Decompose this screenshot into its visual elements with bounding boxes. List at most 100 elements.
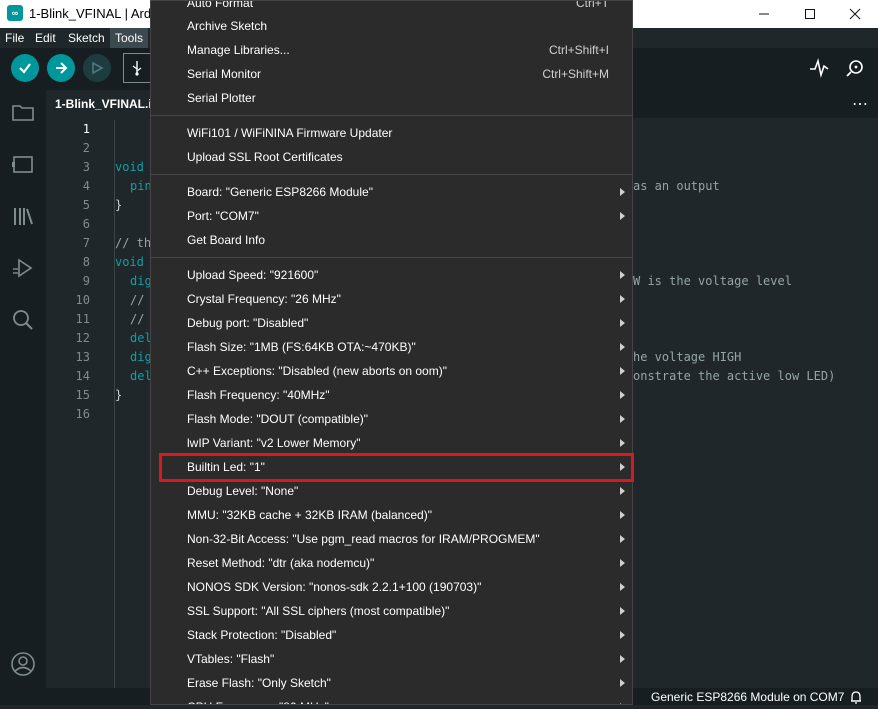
notifications-button[interactable] <box>849 690 863 709</box>
line-number: 12 <box>75 331 90 345</box>
arrow-right-icon <box>56 62 68 74</box>
submenu-arrow-icon <box>620 607 625 615</box>
menu-item-archive-sketch[interactable]: Archive Sketch <box>151 14 632 38</box>
maximize-button[interactable] <box>787 0 833 28</box>
sketchbook-button[interactable] <box>9 98 37 126</box>
menu-tools[interactable]: Tools <box>110 28 149 48</box>
menu-item-stack-protection[interactable]: Stack Protection: "Disabled" <box>151 623 632 647</box>
debug-panel-button[interactable] <box>9 254 37 282</box>
code-line: void <box>115 255 144 269</box>
board-selector[interactable] <box>123 53 151 83</box>
menu-item-debug-port[interactable]: Debug port: "Disabled" <box>151 311 632 335</box>
submenu-arrow-icon <box>620 679 625 687</box>
line-number: 2 <box>82 141 90 155</box>
maximize-icon <box>805 9 815 19</box>
menu-item-debug-level[interactable]: Debug Level: "None" <box>151 479 632 503</box>
line-number: 9 <box>82 274 90 288</box>
menu-item-auto-format[interactable]: Auto Format Ctrl+T <box>151 1 632 15</box>
line-number: 14 <box>75 369 90 383</box>
menu-item-label: WiFi101 / WiFiNINA Firmware Updater <box>187 126 393 140</box>
menu-item-cpu-frequency[interactable]: CPU Frequency: "80 MHz" <box>151 695 632 704</box>
line-number: 15 <box>75 388 90 402</box>
close-button[interactable] <box>832 0 878 28</box>
menu-item-crystal-frequency[interactable]: Crystal Frequency: "26 MHz" <box>151 287 632 311</box>
menu-item-label: Port: "COM7" <box>187 209 259 223</box>
menu-item-non-32-bit-access[interactable]: Non-32-Bit Access: "Use pgm_read macros … <box>151 527 632 551</box>
line-number: 8 <box>82 255 90 269</box>
boards-manager-button[interactable] <box>9 150 37 178</box>
arduino-logo-icon: ∞ <box>7 5 23 21</box>
menu-item-flash-frequency[interactable]: Flash Frequency: "40MHz" <box>151 383 632 407</box>
submenu-arrow-icon <box>620 535 625 543</box>
library-manager-button[interactable] <box>9 202 37 230</box>
submenu-arrow-icon <box>620 583 625 591</box>
menu-item-firmware-updater[interactable]: WiFi101 / WiFiNINA Firmware Updater <box>151 121 632 145</box>
menu-item-serial-monitor[interactable]: Serial Monitor Ctrl+Shift+M <box>151 62 632 86</box>
menu-item-label: Debug port: "Disabled" <box>187 316 309 330</box>
menu-separator <box>151 174 632 175</box>
code-line: // <box>130 312 145 326</box>
search-button[interactable] <box>9 306 37 334</box>
menu-item-cpp-exceptions[interactable]: C++ Exceptions: "Disabled (new aborts on… <box>151 359 632 383</box>
menu-item-label: Upload SSL Root Certificates <box>187 150 343 164</box>
menu-item-label: Serial Monitor <box>187 67 262 81</box>
line-number: 10 <box>75 293 90 307</box>
submenu-arrow-icon <box>620 631 625 639</box>
menu-item-port[interactable]: Port: "COM7" <box>151 204 632 228</box>
menu-item-serial-plotter[interactable]: Serial Plotter <box>151 86 632 110</box>
menu-item-upload-speed[interactable]: Upload Speed: "921600" <box>151 263 632 287</box>
code-line: // th <box>115 236 152 250</box>
menu-item-shortcut: Ctrl+Shift+M <box>542 67 609 81</box>
submenu-arrow-icon <box>620 511 625 519</box>
submenu-arrow-icon <box>620 319 625 327</box>
upload-button[interactable] <box>47 54 75 82</box>
menu-sketch[interactable]: Sketch <box>63 28 110 48</box>
pulse-icon <box>810 58 829 79</box>
menu-file[interactable]: File <box>0 28 29 48</box>
minimize-button[interactable] <box>741 0 787 28</box>
close-icon <box>849 8 861 20</box>
line-number: 13 <box>75 350 90 364</box>
menu-item-board[interactable]: Board: "Generic ESP8266 Module" <box>151 180 632 204</box>
menu-item-label: Archive Sketch <box>187 19 268 33</box>
serial-plotter-button[interactable] <box>808 57 830 79</box>
more-actions-icon[interactable]: ⋯ <box>852 94 868 114</box>
search-icon <box>13 310 33 330</box>
menu-item-reset-method[interactable]: Reset Method: "dtr (aka nodemcu)" <box>151 551 632 575</box>
serial-monitor-button[interactable] <box>843 57 867 79</box>
menu-item-upload-ssl-certificates[interactable]: Upload SSL Root Certificates <box>151 145 632 169</box>
verify-button[interactable] <box>11 54 39 82</box>
bell-icon <box>851 691 861 704</box>
tab-sketch-file[interactable]: 1-Blink_VFINAL.ino <box>46 90 154 118</box>
minimize-icon <box>759 13 769 15</box>
menu-separator <box>151 115 632 116</box>
menu-item-manage-libraries[interactable]: Manage Libraries... Ctrl+Shift+I <box>151 38 632 62</box>
account-button[interactable] <box>9 650 37 678</box>
submenu-arrow-icon <box>620 415 625 423</box>
menu-item-label: Stack Protection: "Disabled" <box>187 628 337 642</box>
debug-button[interactable] <box>83 54 111 82</box>
menu-item-label: Flash Frequency: "40MHz" <box>187 388 330 402</box>
code-line: del <box>130 331 152 345</box>
menu-item-label: NONOS SDK Version: "nonos-sdk 2.2.1+100 … <box>187 580 482 594</box>
menu-item-label: Erase Flash: "Only Sketch" <box>187 676 331 690</box>
menu-item-vtables[interactable]: VTables: "Flash" <box>151 647 632 671</box>
submenu-arrow-icon <box>620 295 625 303</box>
code-comment-fragment: as an output <box>633 179 720 193</box>
menu-item-flash-size[interactable]: Flash Size: "1MB (FS:64KB OTA:~470KB)" <box>151 335 632 359</box>
menu-item-label: CPU Frequency: "80 MHz" <box>187 695 329 704</box>
menu-item-lwip-variant[interactable]: lwIP Variant: "v2 Lower Memory" <box>151 431 632 455</box>
menu-item-get-board-info[interactable]: Get Board Info <box>151 228 632 252</box>
menu-item-ssl-support[interactable]: SSL Support: "All SSL ciphers (most comp… <box>151 599 632 623</box>
board-port-status[interactable]: Generic ESP8266 Module on COM7 <box>651 690 844 704</box>
activity-bar <box>0 90 46 688</box>
menu-item-flash-mode[interactable]: Flash Mode: "DOUT (compatible)" <box>151 407 632 431</box>
menu-item-erase-flash[interactable]: Erase Flash: "Only Sketch" <box>151 671 632 695</box>
code-line: // <box>130 293 145 307</box>
menu-item-mmu[interactable]: MMU: "32KB cache + 32KB IRAM (balanced)" <box>151 503 632 527</box>
menu-edit[interactable]: Edit <box>30 28 61 48</box>
menu-item-label: SSL Support: "All SSL ciphers (most comp… <box>187 604 450 618</box>
menu-item-label: Crystal Frequency: "26 MHz" <box>187 292 341 306</box>
menu-item-label: lwIP Variant: "v2 Lower Memory" <box>187 436 361 450</box>
menu-item-nonos-sdk-version[interactable]: NONOS SDK Version: "nonos-sdk 2.2.1+100 … <box>151 575 632 599</box>
